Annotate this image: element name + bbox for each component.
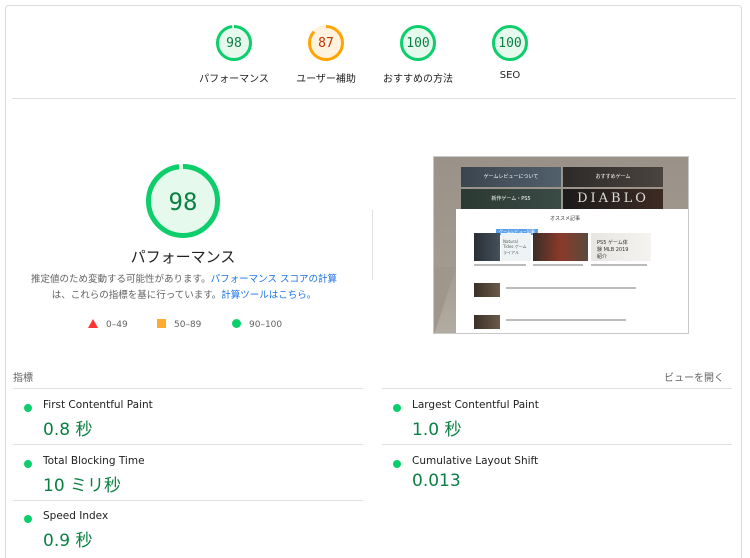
- metric-name: Total Blocking Time: [43, 455, 145, 467]
- legend-label: 90–100: [249, 320, 283, 330]
- legend-average: 50–89: [157, 319, 201, 330]
- article-thumb: [474, 233, 500, 261]
- metric-cls: Cumulative Layout Shift 0.013: [393, 455, 733, 509]
- gauge-performance[interactable]: 98 パフォーマンス: [184, 24, 284, 85]
- page-screenshot[interactable]: ゲームレビューについて おすすめゲーム 新作ゲーム・PS5 DIABLO オスス…: [433, 156, 689, 334]
- pass-circle-icon: [393, 404, 401, 412]
- score-calc-link[interactable]: パフォーマンス スコアの計算: [211, 274, 337, 285]
- article-thumb: [474, 283, 500, 297]
- legend-label: 50–89: [174, 320, 202, 330]
- metric-name: Cumulative Layout Shift: [412, 455, 539, 467]
- gauge-score: 87: [318, 36, 334, 51]
- metric-name: Speed Index: [43, 510, 109, 522]
- text-line: [506, 319, 626, 321]
- text-line: [533, 264, 583, 266]
- text-line: [506, 287, 636, 289]
- triangle-icon: [88, 319, 98, 328]
- text-line: [591, 264, 647, 266]
- pass-circle-icon: [24, 460, 32, 468]
- section-title: オススメ記事: [550, 216, 581, 222]
- divider: [13, 444, 363, 445]
- gauge-label: おすすめの方法: [383, 74, 453, 85]
- divider: [12, 98, 736, 99]
- nav-tile: おすすめゲーム: [563, 167, 663, 187]
- divider: [13, 500, 363, 501]
- metric-value: 10 ミリ秒: [43, 476, 122, 496]
- desc-text: 推定値のため変動する可能性があります。: [31, 274, 211, 285]
- square-icon: [157, 319, 166, 328]
- gauge-accessibility[interactable]: 87 ユーザー補助: [276, 24, 376, 85]
- divider: [13, 388, 363, 389]
- performance-title: パフォーマンス: [130, 248, 236, 266]
- article-thumb: [533, 233, 588, 261]
- gauge-score: 100: [498, 36, 522, 51]
- calculator-link[interactable]: 計算ツールはこちら。: [221, 290, 316, 301]
- divider: [382, 444, 732, 445]
- pass-circle-icon: [24, 404, 32, 412]
- metric-value: 0.9 秒: [43, 531, 93, 551]
- nav-tile: ゲームレビューについて: [461, 167, 561, 187]
- article-thumb: PS5 ゲーム体験 MLB 2019 紹介: [591, 233, 651, 261]
- article-thumb: [474, 315, 500, 329]
- thumb-caption: PS5 ゲーム体験 MLB 2019 紹介: [597, 240, 629, 260]
- pass-circle-icon: [393, 460, 401, 468]
- legend-pass: 90–100: [232, 319, 282, 330]
- expand-view-button[interactable]: ビューを開く: [664, 369, 724, 384]
- metrics-header: 指標: [13, 373, 33, 384]
- metric-value: 0.013: [412, 471, 461, 491]
- thumb-caption: Natural Tides ゲームライアル: [503, 239, 527, 255]
- legend-fail: 0–49: [88, 319, 128, 330]
- gauge-label: SEO: [499, 70, 521, 81]
- performance-gauge-large: 98: [133, 163, 233, 243]
- desc-text: は、これらの指標を基に行っています。: [51, 290, 222, 301]
- metric-value: 0.8 秒: [43, 420, 93, 440]
- divider: [382, 388, 732, 389]
- gauge-seo[interactable]: 100 SEO: [460, 24, 560, 81]
- nav-tile: 新作ゲーム・PS5: [461, 189, 561, 209]
- legend-label: 0–49: [106, 320, 128, 330]
- gauge-label: ユーザー補助: [296, 74, 356, 85]
- screenshot-decoration: [434, 267, 456, 333]
- article-thumb: Natural Tides ゲームライアル: [501, 233, 531, 261]
- gauge-best-practices[interactable]: 100 おすすめの方法: [368, 24, 468, 85]
- gauge-label: パフォーマンス: [199, 74, 269, 85]
- nav-tile: DIABLO: [563, 189, 663, 209]
- circle-icon: [232, 319, 241, 328]
- metric-value: 1.0 秒: [412, 420, 462, 440]
- pass-circle-icon: [24, 515, 32, 523]
- category-gauges: 98 パフォーマンス 87 ユーザー補助 100 おすすめの方法 100 SEO: [0, 0, 750, 100]
- metric-name: First Contentful Paint: [43, 399, 153, 411]
- metric-speed-index: Speed Index 0.9 秒: [24, 510, 364, 558]
- performance-score: 98: [168, 188, 198, 216]
- text-line: [474, 264, 526, 266]
- divider: [372, 210, 373, 280]
- gauge-score: 100: [406, 36, 430, 51]
- gauge-score: 98: [226, 36, 242, 51]
- performance-description: 推定値のため変動する可能性があります。パフォーマンス スコアの計算 は、これらの…: [24, 272, 344, 304]
- metric-name: Largest Contentful Paint: [412, 399, 539, 411]
